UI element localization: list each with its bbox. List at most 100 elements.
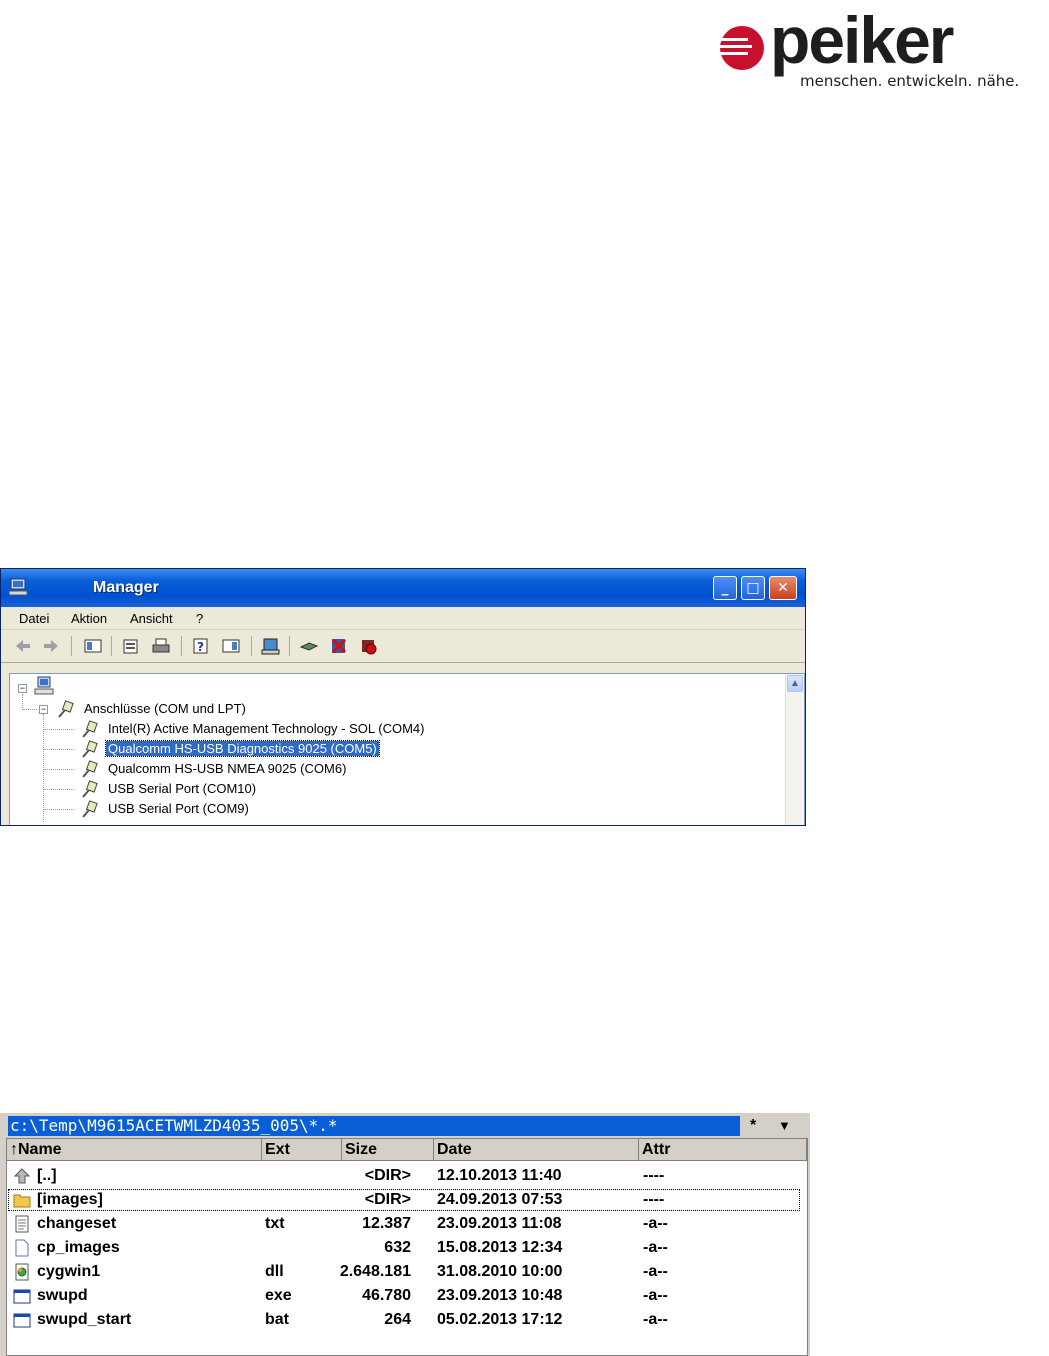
file-name: [images] bbox=[37, 1191, 103, 1208]
file-attr: -a-- bbox=[643, 1287, 668, 1304]
menu-help[interactable]: ? bbox=[196, 611, 203, 626]
menu-aktion[interactable]: Aktion bbox=[71, 611, 107, 626]
table-row[interactable]: [..] <DIR> 12.10.2013 11:40 ---- bbox=[7, 1164, 801, 1188]
device-tree: − − Anschlüsse (COM und LPT) Intel(R) Ac… bbox=[9, 673, 805, 825]
bat-file-icon bbox=[13, 1313, 31, 1328]
file-attr: ---- bbox=[643, 1167, 665, 1184]
chevron-down-icon[interactable]: ▼ bbox=[778, 1116, 791, 1136]
folder-icon bbox=[13, 1194, 31, 1208]
file-size: <DIR> bbox=[364, 1191, 411, 1208]
port-connector-icon bbox=[82, 800, 98, 818]
computer-icon bbox=[34, 676, 54, 695]
window-title-bar[interactable]: Manager _ □ ✕ bbox=[1, 569, 805, 607]
properties-icon[interactable] bbox=[121, 637, 141, 655]
scroll-up-button[interactable]: ▲ bbox=[787, 675, 803, 692]
file-ext: exe bbox=[265, 1287, 292, 1304]
file-name: changeset bbox=[37, 1215, 117, 1232]
filter-icon[interactable]: * bbox=[750, 1116, 756, 1136]
port-connector-icon bbox=[82, 740, 98, 758]
tree-collapse-ports[interactable]: − bbox=[39, 705, 48, 714]
logo-tagline: menschen. entwickeln. nähe. bbox=[800, 72, 1020, 90]
file-name: swupd bbox=[37, 1287, 88, 1304]
maximize-button[interactable]: □ bbox=[741, 576, 765, 600]
uninstall-icon[interactable] bbox=[329, 637, 349, 655]
file-name: cp_images bbox=[37, 1239, 120, 1256]
print-icon[interactable] bbox=[151, 637, 171, 655]
disable-icon[interactable] bbox=[359, 637, 379, 655]
tree-item-label: Intel(R) Active Management Technology - … bbox=[108, 721, 425, 736]
svg-text:?: ? bbox=[197, 640, 204, 654]
back-icon[interactable] bbox=[13, 637, 33, 655]
tree-item-com9[interactable]: USB Serial Port (COM9) bbox=[80, 800, 251, 818]
port-connector-icon bbox=[82, 720, 98, 738]
minimize-button[interactable]: _ bbox=[713, 576, 737, 600]
minimize-icon: _ bbox=[721, 580, 729, 596]
file-attr: ---- bbox=[643, 1191, 665, 1208]
menu-ansicht[interactable]: Ansicht bbox=[130, 611, 173, 626]
file-date: 12.10.2013 11:40 bbox=[437, 1167, 562, 1184]
peiker-logo-mark-icon bbox=[718, 26, 764, 70]
tree-group-ports[interactable]: Anschlüsse (COM und LPT) bbox=[56, 700, 248, 718]
logo-wordmark: peiker bbox=[770, 3, 954, 77]
file-list: ↑Name Ext Size Date Attr [..] <DIR> 12.1… bbox=[6, 1138, 808, 1356]
file-attr: -a-- bbox=[643, 1311, 668, 1328]
current-path[interactable]: c:\Temp\M9615ACETWMLZD4035_005\*.* bbox=[8, 1116, 740, 1136]
file-date: 23.09.2013 10:48 bbox=[437, 1287, 563, 1304]
file-size: 46.780 bbox=[362, 1287, 411, 1304]
table-row[interactable]: swupd exe 46.780 23.09.2013 10:48 -a-- bbox=[7, 1284, 801, 1308]
file-size: 632 bbox=[384, 1239, 411, 1256]
vertical-scrollbar[interactable]: ▲ bbox=[785, 674, 804, 825]
port-connector-icon bbox=[82, 780, 98, 798]
file-name: swupd_start bbox=[37, 1311, 132, 1328]
file-size: 2.648.181 bbox=[339, 1263, 411, 1280]
toolbar: ? bbox=[1, 630, 805, 663]
file-size: <DIR> bbox=[364, 1167, 411, 1184]
column-header-name[interactable]: ↑Name bbox=[7, 1139, 262, 1161]
table-row[interactable]: cygwin1 dll 2.648.181 31.08.2010 10:00 -… bbox=[7, 1260, 801, 1284]
close-icon: ✕ bbox=[777, 580, 789, 596]
file-date: 23.09.2013 11:08 bbox=[437, 1215, 562, 1232]
tree-group-label: Anschlüsse (COM und LPT) bbox=[84, 701, 246, 716]
file-name: cygwin1 bbox=[37, 1263, 101, 1280]
tree-item-com4[interactable]: Intel(R) Active Management Technology - … bbox=[80, 720, 426, 738]
file-ext: bat bbox=[265, 1311, 289, 1328]
file-date: 05.02.2013 17:12 bbox=[437, 1311, 563, 1328]
file-attr: -a-- bbox=[643, 1239, 668, 1256]
tree-item-com10[interactable]: USB Serial Port (COM10) bbox=[80, 780, 258, 798]
table-row[interactable]: cp_images 632 15.08.2013 12:34 -a-- bbox=[7, 1236, 801, 1260]
file-ext: dll bbox=[265, 1263, 284, 1280]
maximize-icon: □ bbox=[746, 580, 760, 596]
blank-file-icon bbox=[15, 1239, 29, 1257]
table-row[interactable]: [images] <DIR> 24.09.2013 07:53 ---- bbox=[7, 1188, 801, 1212]
file-size: 12.387 bbox=[362, 1215, 411, 1232]
file-size: 264 bbox=[384, 1311, 411, 1328]
tree-item-com6[interactable]: Qualcomm HS-USB NMEA 9025 (COM6) bbox=[80, 760, 348, 778]
file-list-header: ↑Name Ext Size Date Attr bbox=[7, 1139, 807, 1161]
table-row[interactable]: swupd_start bat 264 05.02.2013 17:12 -a-… bbox=[7, 1308, 801, 1332]
window-title: Manager bbox=[93, 579, 159, 596]
column-header-date[interactable]: Date bbox=[434, 1139, 639, 1161]
dll-file-icon bbox=[15, 1263, 29, 1281]
column-header-attr[interactable]: Attr bbox=[639, 1139, 807, 1161]
computer-icon bbox=[9, 578, 28, 596]
tree-item-com5[interactable]: Qualcomm HS-USB Diagnostics 9025 (COM5) bbox=[80, 740, 380, 758]
text-file-icon bbox=[15, 1215, 29, 1233]
help-icon[interactable]: ? bbox=[191, 637, 211, 655]
show-hide-tree-icon[interactable] bbox=[83, 637, 103, 655]
file-date: 15.08.2013 12:34 bbox=[437, 1239, 563, 1256]
file-date: 31.08.2010 10:00 bbox=[437, 1263, 563, 1280]
file-name: [..] bbox=[37, 1167, 57, 1184]
tree-item-label: Qualcomm HS-USB NMEA 9025 (COM6) bbox=[108, 761, 347, 776]
menu-datei[interactable]: Datei bbox=[19, 611, 49, 626]
port-connector-icon bbox=[82, 760, 98, 778]
tree-collapse-root[interactable]: − bbox=[18, 684, 27, 693]
scan-hardware-icon[interactable] bbox=[261, 637, 281, 655]
file-manager-panel: c:\Temp\M9615ACETWMLZD4035_005\*.* * ▼ ↑… bbox=[0, 1113, 810, 1356]
forward-icon[interactable] bbox=[41, 637, 61, 655]
view-icon[interactable] bbox=[221, 637, 241, 655]
column-header-size[interactable]: Size bbox=[342, 1139, 434, 1161]
update-driver-icon[interactable] bbox=[299, 637, 319, 655]
table-row[interactable]: changeset txt 12.387 23.09.2013 11:08 -a… bbox=[7, 1212, 801, 1236]
close-button[interactable]: ✕ bbox=[769, 576, 797, 600]
column-header-ext[interactable]: Ext bbox=[262, 1139, 342, 1161]
